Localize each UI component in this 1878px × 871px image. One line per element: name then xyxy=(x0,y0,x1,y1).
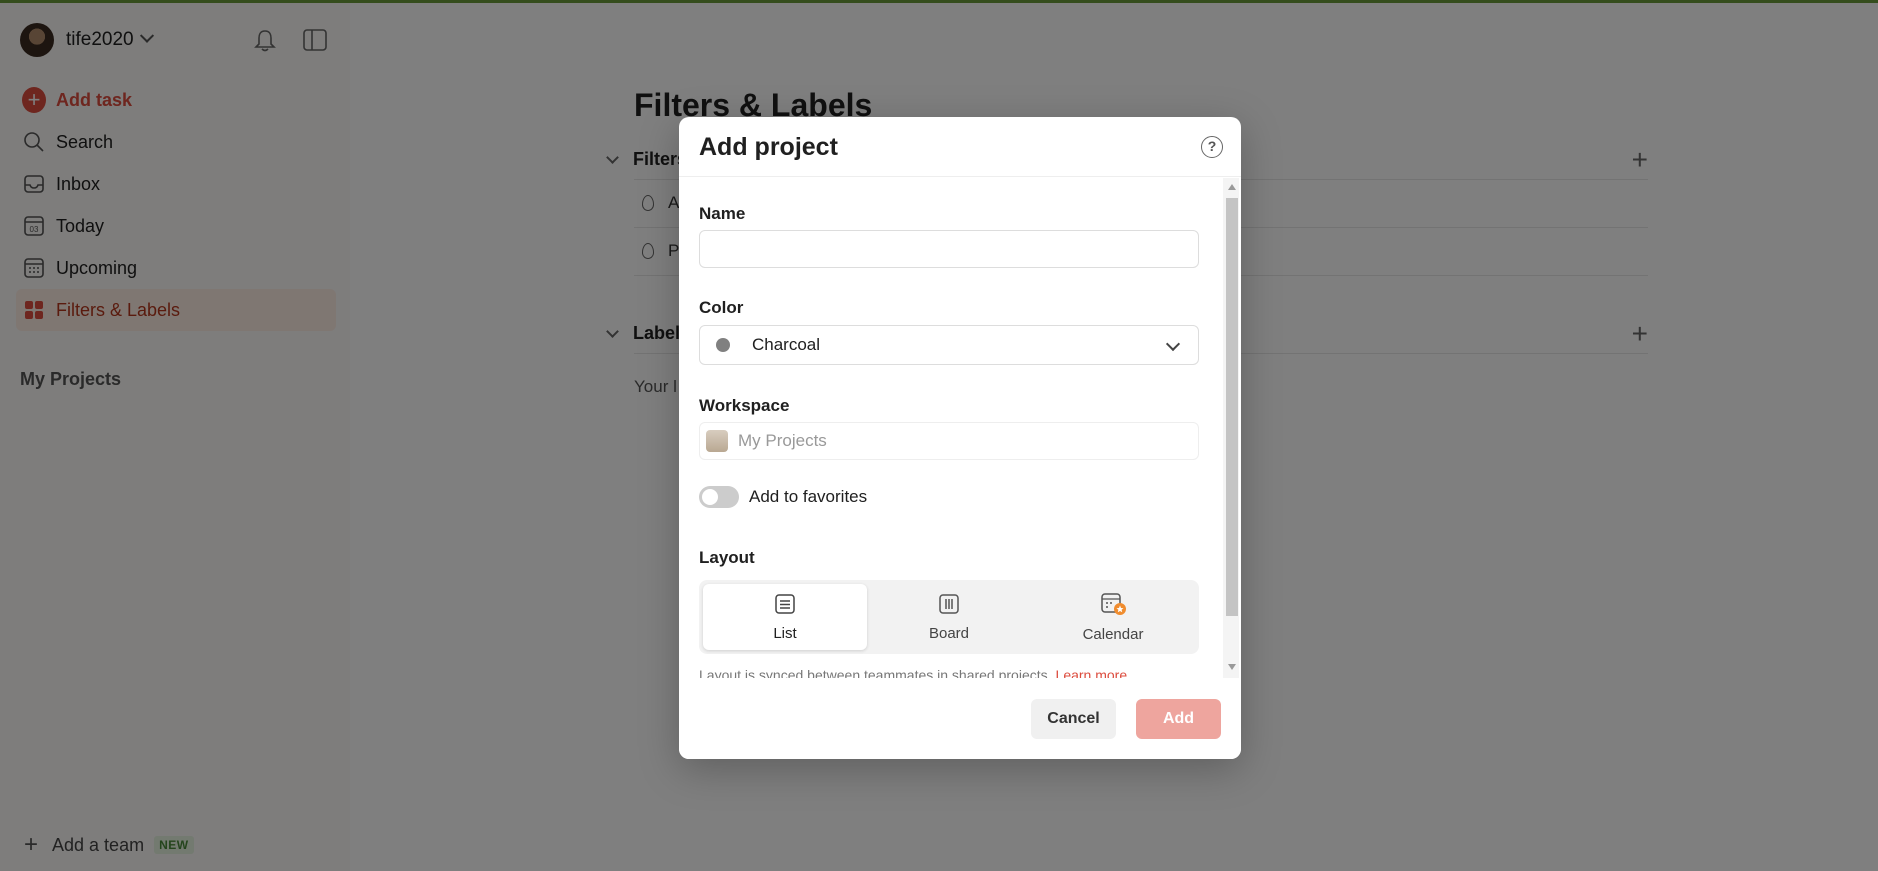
calendar-layout-icon xyxy=(1100,592,1126,620)
help-icon[interactable]: ? xyxy=(1201,136,1223,158)
layout-switcher: List Board Calendar xyxy=(699,580,1199,654)
color-swatch xyxy=(716,338,730,352)
dialog-body: Name Color Charcoal Workspace My Project… xyxy=(679,178,1241,678)
cancel-button[interactable]: Cancel xyxy=(1031,699,1116,739)
layout-option-board[interactable]: Board xyxy=(867,584,1031,650)
add-button[interactable]: Add xyxy=(1136,699,1221,739)
favorites-toggle[interactable] xyxy=(699,486,739,508)
favorites-label: Add to favorites xyxy=(749,487,868,506)
workspace-avatar xyxy=(706,430,728,452)
layout-option-list[interactable]: List xyxy=(703,584,867,650)
workspace-select[interactable]: My Projects xyxy=(699,422,1199,460)
layout-option-label: List xyxy=(773,624,797,642)
layout-note-text: Layout is synced between teammates in sh… xyxy=(699,667,1052,678)
add-project-dialog: Add project ? Name Color Charcoal Worksp… xyxy=(679,117,1241,759)
layout-option-calendar[interactable]: Calendar xyxy=(1031,584,1195,650)
scroll-down-icon[interactable] xyxy=(1228,664,1236,670)
color-value: Charcoal xyxy=(752,335,821,354)
layout-note: Layout is synced between teammates in sh… xyxy=(699,667,1127,678)
workspace-label: Workspace xyxy=(699,396,790,415)
dialog-scrollbar[interactable] xyxy=(1223,178,1239,678)
name-label: Name xyxy=(699,204,746,223)
board-layout-icon xyxy=(938,593,960,619)
dialog-header: Add project ? xyxy=(679,117,1241,177)
color-select[interactable]: Charcoal xyxy=(699,325,1199,365)
learn-more-link[interactable]: Learn more xyxy=(1056,667,1128,678)
favorites-toggle-row[interactable]: Add to favorites xyxy=(699,486,867,508)
scroll-thumb[interactable] xyxy=(1226,198,1238,616)
workspace-value: My Projects xyxy=(738,431,827,450)
layout-option-label: Calendar xyxy=(1082,625,1144,643)
project-name-input[interactable] xyxy=(699,230,1199,268)
layout-option-label: Board xyxy=(928,624,970,642)
dialog-footer: Cancel Add xyxy=(679,679,1241,759)
color-label: Color xyxy=(699,298,744,317)
chevron-down-icon xyxy=(1165,336,1181,352)
scroll-up-icon[interactable] xyxy=(1228,184,1236,190)
dialog-title: Add project xyxy=(699,133,838,161)
list-layout-icon xyxy=(774,593,796,619)
layout-label: Layout xyxy=(699,548,755,567)
